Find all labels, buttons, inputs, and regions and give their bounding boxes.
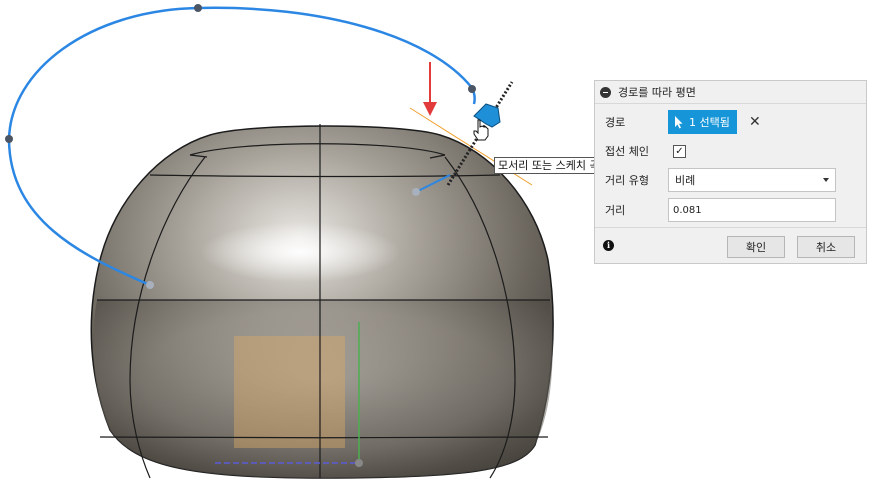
distance-type-dropdown[interactable]: 비례 <box>668 168 836 192</box>
distance-type-value: 비례 <box>675 174 696 187</box>
arrow-down-icon <box>423 62 437 116</box>
ok-button[interactable]: 확인 <box>727 236 785 258</box>
curve-endpoint[interactable] <box>146 281 154 289</box>
distance-row: 거리 0.081 <box>595 198 866 222</box>
curve-point[interactable] <box>5 135 13 143</box>
curve-point[interactable] <box>194 4 202 12</box>
plane-along-path-dialog: 경로를 따라 평면 경로 1 선택됨 ✕ 접선 체인 ✓ 거리 유형 비례 거리… <box>594 80 867 264</box>
clear-selection-icon[interactable]: ✕ <box>749 114 761 130</box>
dome-body[interactable] <box>90 124 554 479</box>
sketch-plane <box>234 336 345 448</box>
distance-type-row: 거리 유형 비례 <box>595 168 866 192</box>
distance-input[interactable]: 0.081 <box>668 198 836 222</box>
path-row: 경로 1 선택됨 ✕ <box>595 110 866 134</box>
distance-label: 거리 <box>605 204 626 217</box>
path-selection-count: 1 선택됨 <box>689 116 730 129</box>
path-label: 경로 <box>605 116 626 129</box>
chevron-down-icon <box>823 178 829 182</box>
curve-point[interactable] <box>468 85 476 93</box>
collapse-icon[interactable] <box>600 86 611 98</box>
distance-type-label: 거리 유형 <box>605 174 649 187</box>
dialog-header: 경로를 따라 평면 <box>595 81 866 104</box>
path-select-button[interactable]: 1 선택됨 <box>668 110 737 134</box>
info-icon[interactable]: i <box>603 240 614 251</box>
pointer-icon <box>675 116 683 129</box>
chain-row: 접선 체인 ✓ <box>595 143 866 159</box>
chain-label: 접선 체인 <box>605 145 649 158</box>
cancel-button[interactable]: 취소 <box>797 236 855 258</box>
curve-endpoint[interactable] <box>412 188 420 196</box>
dialog-footer: i 확인 취소 <box>595 227 866 264</box>
chain-checkbox[interactable]: ✓ <box>673 144 686 158</box>
origin-point <box>355 459 363 467</box>
dialog-title: 경로를 따라 평면 <box>618 86 696 99</box>
distance-value: 0.081 <box>673 204 702 216</box>
